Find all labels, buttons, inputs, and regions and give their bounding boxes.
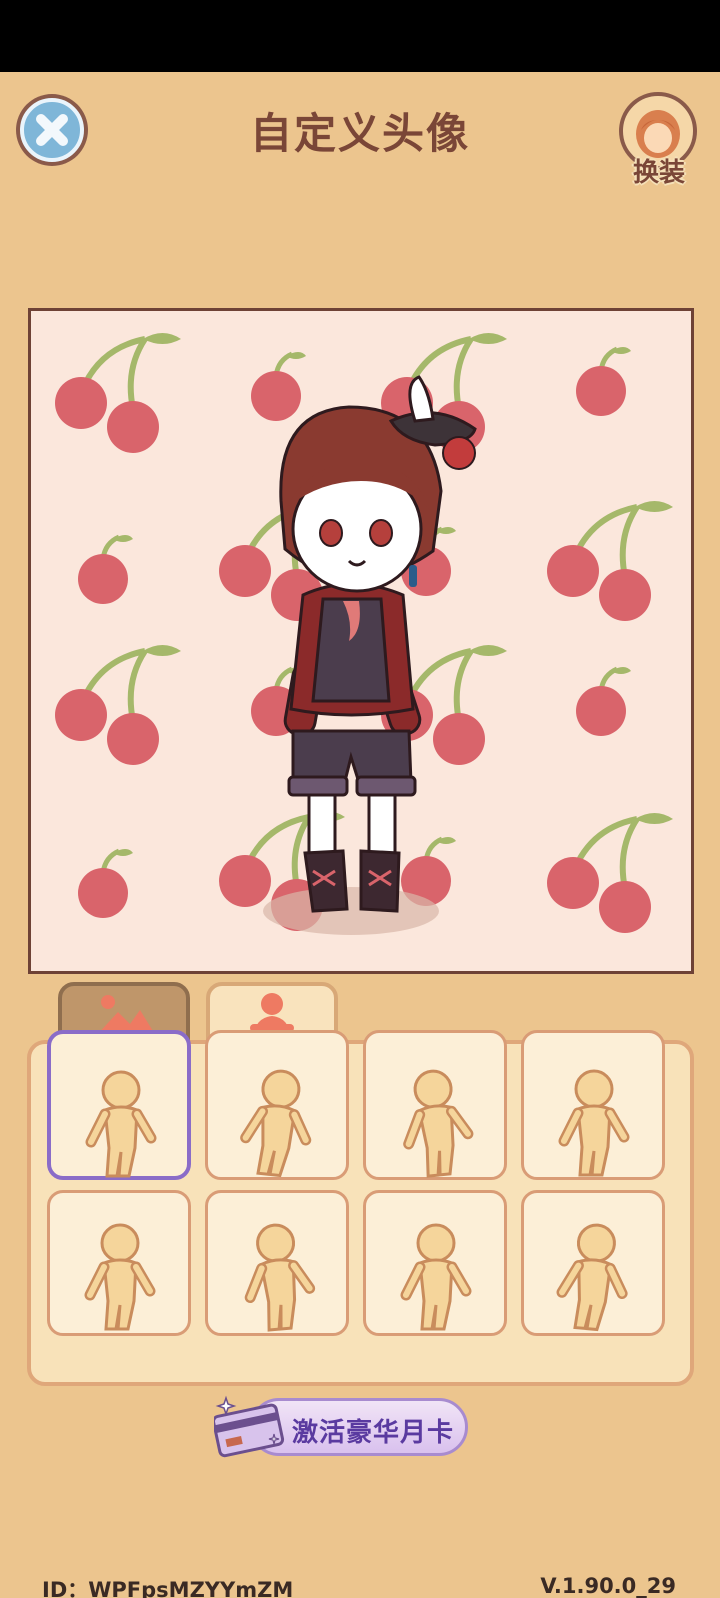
pose-figure-icon bbox=[50, 1193, 190, 1333]
pose-option-4[interactable] bbox=[521, 1030, 665, 1180]
version-label: V.1.90.0_29 bbox=[540, 1574, 676, 1598]
card-icon bbox=[214, 1395, 285, 1458]
pose-figure-icon bbox=[51, 1034, 191, 1180]
pose-figure-icon bbox=[208, 1193, 348, 1333]
pose-option-6[interactable] bbox=[205, 1190, 349, 1336]
page-title: 自定义头像 bbox=[249, 109, 470, 158]
pose-option-7[interactable] bbox=[363, 1190, 507, 1336]
pose-option-1[interactable] bbox=[47, 1030, 191, 1180]
pose-panel bbox=[27, 1030, 694, 1386]
pose-figure-icon bbox=[208, 1033, 348, 1179]
outfit-label: 换装 bbox=[632, 158, 685, 188]
pose-figure-icon bbox=[524, 1193, 664, 1333]
avatar-preview bbox=[28, 308, 694, 974]
pose-figure-icon bbox=[366, 1033, 506, 1179]
pose-figure-icon bbox=[366, 1193, 506, 1333]
activate-monthly-card-button[interactable]: 激活豪华月卡 bbox=[214, 1394, 470, 1460]
outfit-button[interactable]: 换装 bbox=[617, 90, 701, 188]
pose-option-5[interactable] bbox=[47, 1190, 191, 1336]
pose-option-8[interactable] bbox=[521, 1190, 665, 1336]
pose-figure-icon bbox=[524, 1033, 664, 1179]
status-bar bbox=[0, 0, 720, 72]
activate-monthly-card-label: 激活豪华月卡 bbox=[292, 1418, 455, 1448]
pose-option-2[interactable] bbox=[205, 1030, 349, 1180]
pose-option-3[interactable] bbox=[363, 1030, 507, 1180]
user-id: ID：WPFpsMZYYmZM bbox=[42, 1578, 294, 1598]
